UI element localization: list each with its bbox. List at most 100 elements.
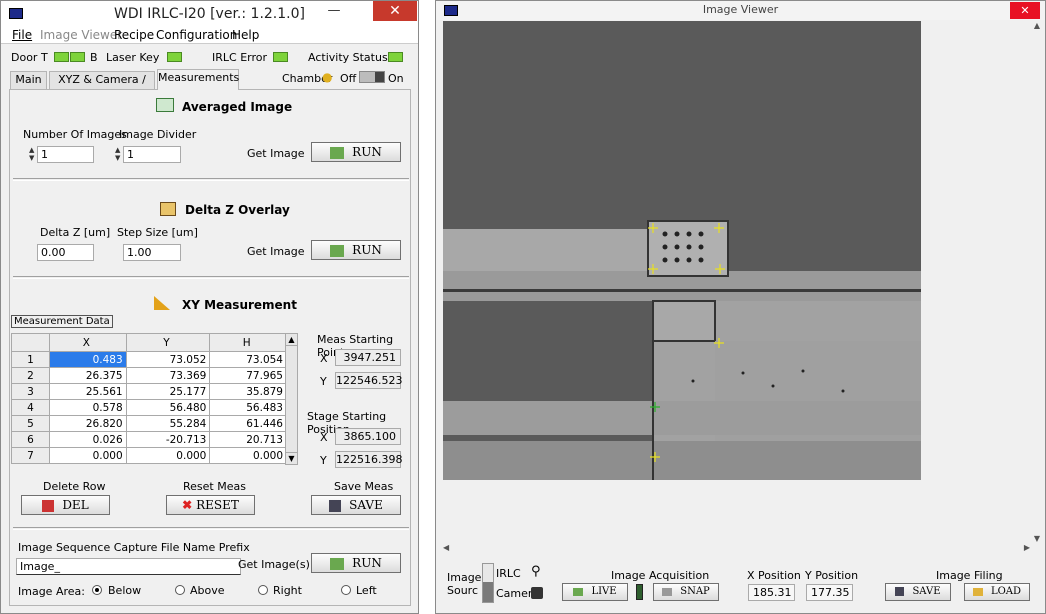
title-bar: WDI IRLC-I20 [ver.: 1.2.1.0] — ✕ <box>1 1 418 26</box>
laser-key-led <box>167 52 182 62</box>
radio-left[interactable] <box>341 585 351 595</box>
viewer-vertical-scrollbar[interactable]: ▲ ▼ <box>1030 21 1044 543</box>
reset-x-icon: ✖ <box>182 498 193 512</box>
averaged-image-title: Averaged Image <box>182 100 293 114</box>
tab-measurements[interactable]: Measurements <box>157 69 239 90</box>
table-row[interactable]: 2 26.375 73.369 77.965 <box>11 367 287 384</box>
activity-status-label: Activity Status <box>308 51 388 64</box>
menu-recipe[interactable]: Recipe <box>114 28 154 42</box>
reset-meas-button[interactable]: ✖ RESET <box>166 495 255 515</box>
measurement-table[interactable]: X Y H 1 0.483 73.052 73.054 2 26.375 73.369 77… <box>11 333 287 464</box>
chamber-on-label: On <box>388 72 404 85</box>
corner-cell <box>11 333 50 352</box>
averaged-image-icon <box>156 98 174 112</box>
viewer-close-button[interactable]: ✕ <box>1010 2 1040 19</box>
window-title: WDI IRLC-I20 [ver.: 1.2.1.0] <box>114 6 305 22</box>
number-of-images-input[interactable]: 1 <box>37 146 94 163</box>
y-position-value: 177.35 <box>806 584 853 601</box>
meas-y-value: 122546.523 <box>335 372 403 389</box>
run-icon <box>330 146 345 159</box>
separator-3 <box>13 527 409 530</box>
image-divider-spinner[interactable]: ▲ ▼ <box>115 146 123 163</box>
camera-icon <box>531 587 543 599</box>
door-bottom-led <box>70 52 85 62</box>
radio-below-label: Below <box>108 584 142 597</box>
number-of-images-spinner[interactable]: ▲ ▼ <box>29 146 37 163</box>
scroll-down-icon[interactable]: ▼ <box>1030 534 1044 543</box>
image-acquisition-title: Image Acquisition <box>611 569 710 582</box>
viewer-title: Image Viewer <box>702 3 779 16</box>
scroll-up-icon[interactable]: ▲ <box>1030 21 1044 30</box>
averaged-run-button[interactable]: RUN <box>311 142 401 162</box>
laser-key-label: Laser Key <box>106 51 160 64</box>
number-of-images-label: Number Of Images <box>23 128 127 141</box>
image-divider-label: Image Divider <box>119 128 197 141</box>
column-header-h[interactable]: H <box>209 333 287 352</box>
table-row[interactable]: 4 0.578 56.480 56.483 <box>11 399 287 416</box>
sequence-run-button[interactable]: RUN <box>311 553 401 573</box>
step-size-label: Step Size [um] <box>117 226 198 239</box>
scroll-right-icon[interactable]: ▶ <box>1024 543 1030 552</box>
live-button[interactable]: LIVE <box>562 583 628 601</box>
image-divider-input[interactable]: 1 <box>123 146 181 163</box>
chamber-toggle[interactable] <box>359 71 385 83</box>
delta-z-icon <box>160 202 176 216</box>
meas-x-value: 3947.251 <box>335 349 401 366</box>
radio-above[interactable] <box>175 585 185 595</box>
stage-y-label: Y <box>320 454 327 467</box>
scroll-down-icon[interactable]: ▼ <box>286 452 297 464</box>
viewer-title-bar: Image Viewer ✕ <box>436 1 1045 20</box>
image-source-label-1: Image <box>447 571 482 584</box>
video-icon <box>573 587 584 596</box>
viewer-save-button[interactable]: SAVE <box>885 583 951 601</box>
table-row[interactable]: 5 26.820 55.284 61.446 <box>11 415 287 432</box>
source-toggle[interactable] <box>482 563 494 603</box>
menu-configuration[interactable]: Configuration <box>156 28 237 42</box>
save-meas-button[interactable]: SAVE <box>311 495 401 515</box>
minimize-button[interactable]: — <box>321 4 347 20</box>
viewer-horizontal-scrollbar[interactable]: ◀ ▶ <box>443 543 1030 555</box>
image-filing-title: Image Filing <box>936 569 1003 582</box>
scroll-left-icon[interactable]: ◀ <box>443 543 449 552</box>
radio-left-label: Left <box>356 584 377 597</box>
door-label: Door T <box>11 51 48 64</box>
tab-main[interactable]: Main <box>10 71 47 89</box>
y-position-label: Y Position <box>805 569 859 582</box>
table-row[interactable]: 1 0.483 73.052 73.054 <box>11 351 287 368</box>
delete-row-button[interactable]: DEL <box>21 495 110 515</box>
step-size-input[interactable]: 1.00 <box>123 244 181 261</box>
radio-below[interactable] <box>92 585 102 595</box>
snap-button[interactable]: SNAP <box>653 583 719 601</box>
microscope-image[interactable] <box>443 21 921 480</box>
run-icon <box>330 557 345 570</box>
door-top-led <box>54 52 69 62</box>
scroll-up-icon[interactable]: ▲ <box>286 334 297 346</box>
viewer-load-button[interactable]: LOAD <box>964 583 1030 601</box>
menu-image-viewer[interactable]: Image Viewer <box>40 28 122 42</box>
menu-help[interactable]: Help <box>232 28 259 42</box>
stage-x-label: X <box>320 431 328 444</box>
delete-row-label: Delete Row <box>43 480 106 493</box>
microscope-icon: ⚲ <box>531 564 541 579</box>
table-row[interactable]: 7 0.000 0.000 0.000 <box>11 447 287 464</box>
column-header-y[interactable]: Y <box>125 333 211 352</box>
delta-z-label: Delta Z [um] <box>40 226 111 239</box>
radio-right[interactable] <box>258 585 268 595</box>
sequence-get-images-label: Get Image(s) <box>238 558 310 571</box>
delta-run-button[interactable]: RUN <box>311 240 401 260</box>
table-row[interactable]: 3 25.561 25.177 35.879 <box>11 383 287 400</box>
sequence-prefix-input[interactable]: Image_ <box>16 558 241 575</box>
activity-status-led <box>388 52 403 62</box>
menu-file[interactable]: File <box>12 28 32 42</box>
column-header-x[interactable]: X <box>49 333 127 352</box>
close-button[interactable]: ✕ <box>373 1 417 21</box>
stage-y-value: 122516.398 <box>335 451 403 468</box>
save-meas-label: Save Meas <box>334 480 394 493</box>
table-scrollbar[interactable]: ▲ ▼ <box>285 333 298 465</box>
delta-get-image-label: Get Image <box>247 245 305 258</box>
delete-icon <box>42 499 55 512</box>
tab-xyz-camera[interactable]: XYZ & Camera / IRLC <box>49 71 155 102</box>
separator-1 <box>13 178 409 181</box>
delta-z-input[interactable]: 0.00 <box>37 244 94 261</box>
table-row[interactable]: 6 0.026 -20.713 20.713 <box>11 431 287 448</box>
